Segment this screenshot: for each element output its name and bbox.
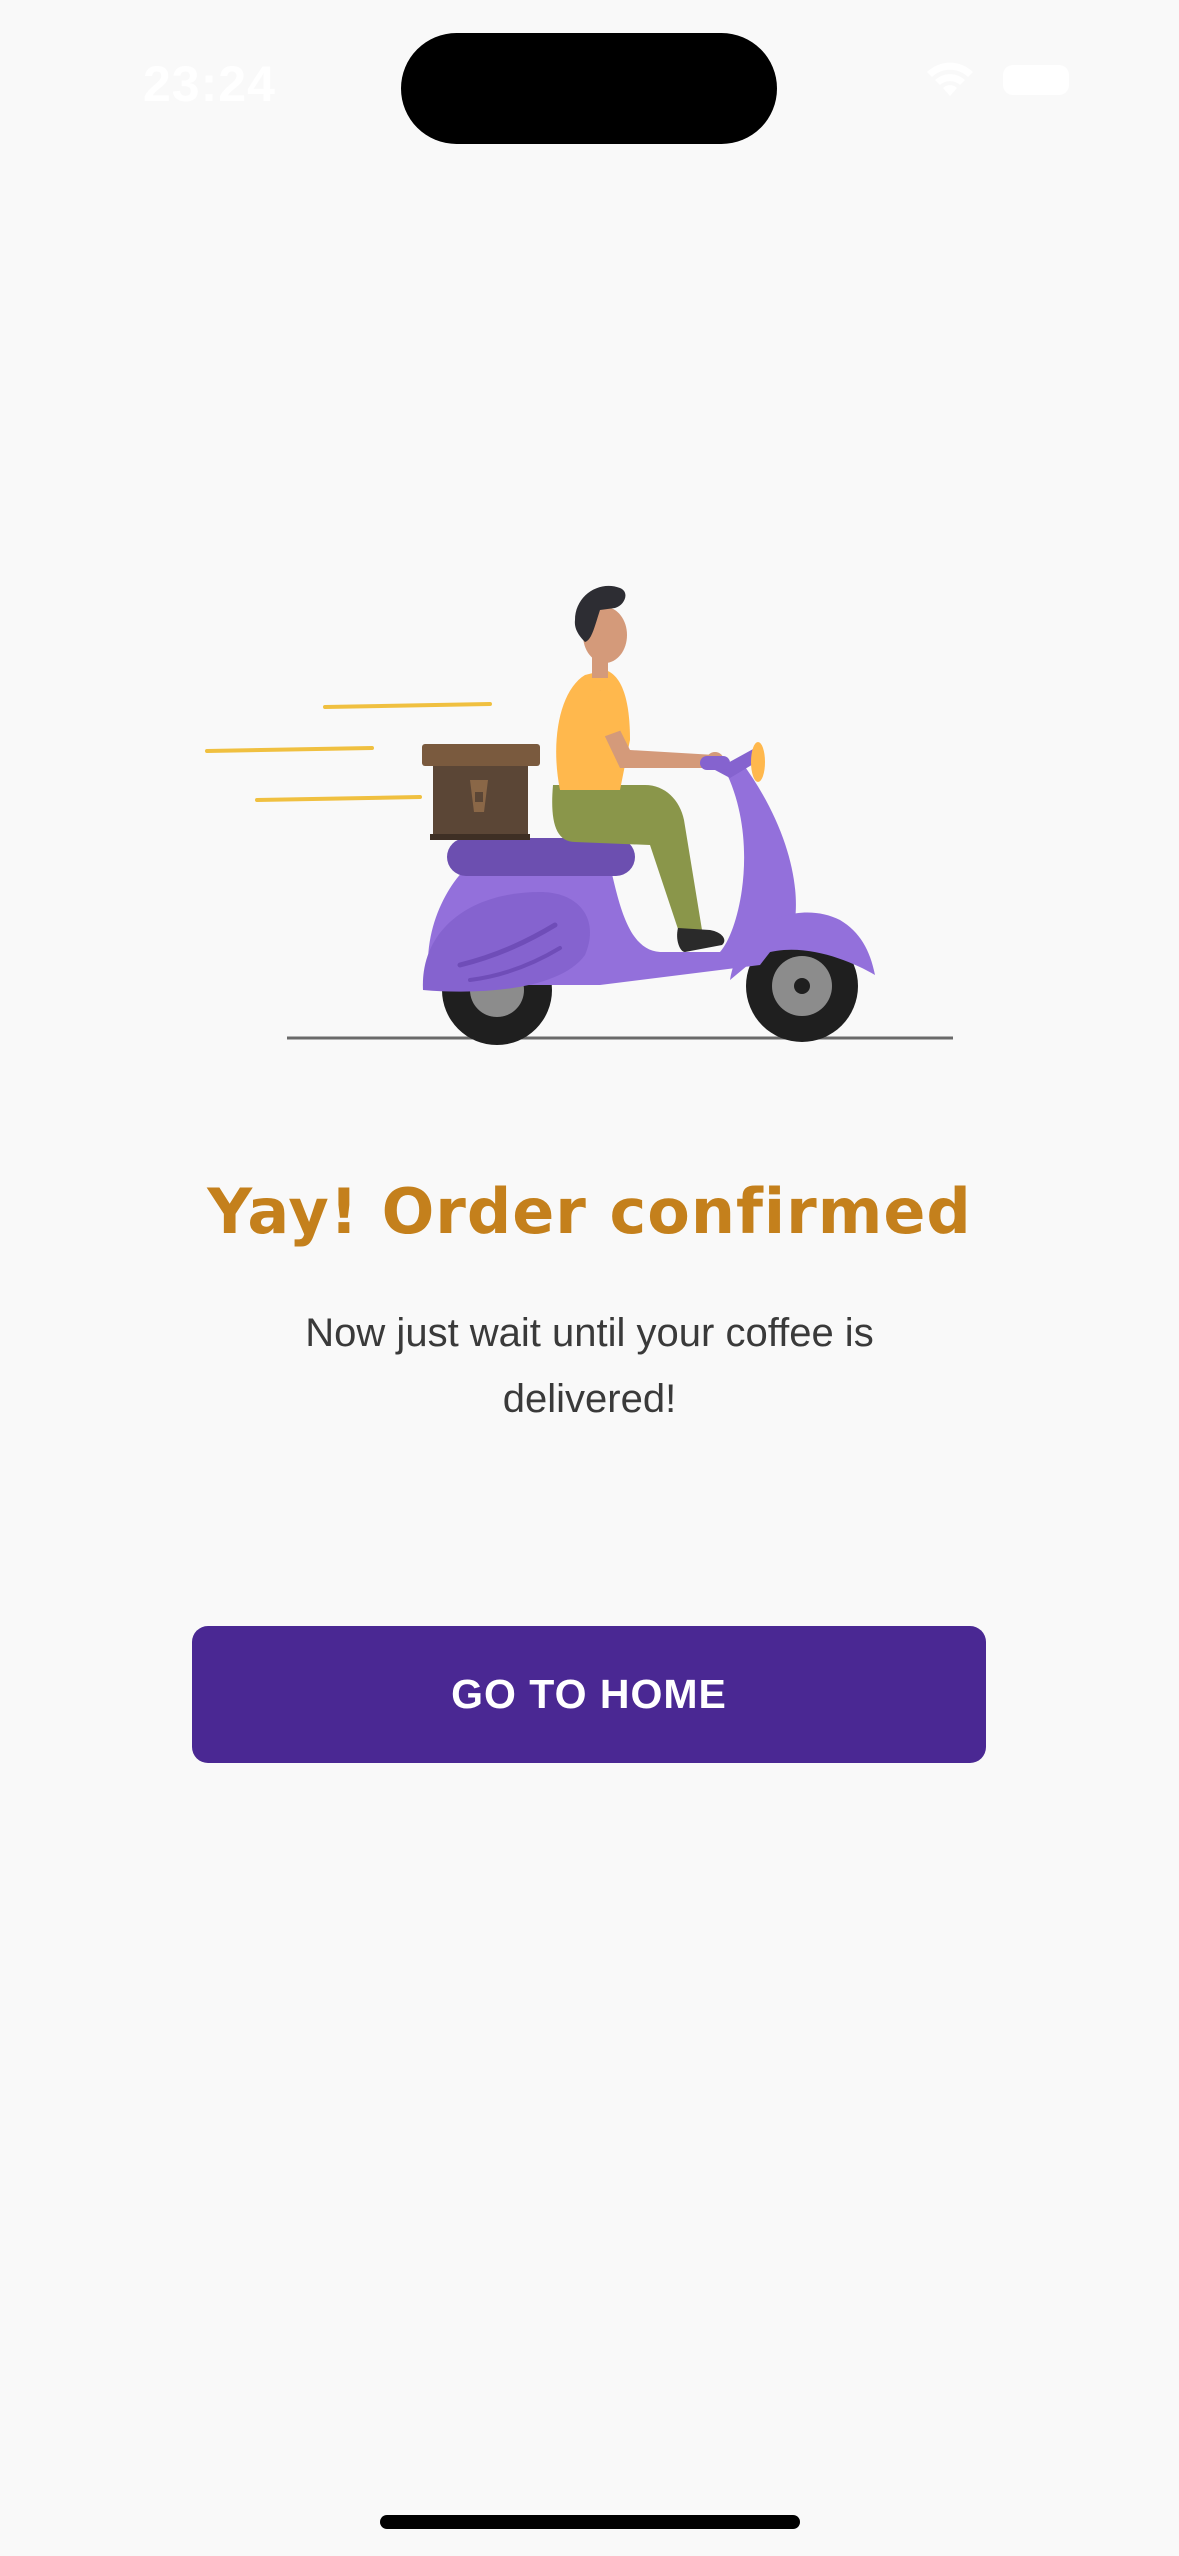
delivery-scooter-illustration [0, 580, 1179, 1050]
headlight [751, 742, 765, 782]
status-time: 23:24 [143, 56, 276, 112]
dynamic-island [401, 33, 777, 144]
status-icons [925, 62, 1069, 98]
wifi-icon [925, 62, 975, 98]
go-to-home-label: GO TO HOME [451, 1671, 727, 1717]
speed-line [323, 702, 492, 709]
speed-line [255, 795, 422, 802]
confirmation-message: Now just wait until your coffee is deliv… [305, 1311, 874, 1421]
scooter-seat [447, 838, 635, 876]
confirmation-title: Yay! Order confirmed [207, 1175, 972, 1248]
rider-shoe [677, 928, 725, 952]
battery-icon [1003, 65, 1069, 95]
home-indicator[interactable] [380, 2515, 800, 2529]
speed-line [205, 746, 374, 753]
go-to-home-button[interactable]: GO TO HOME [192, 1626, 986, 1763]
